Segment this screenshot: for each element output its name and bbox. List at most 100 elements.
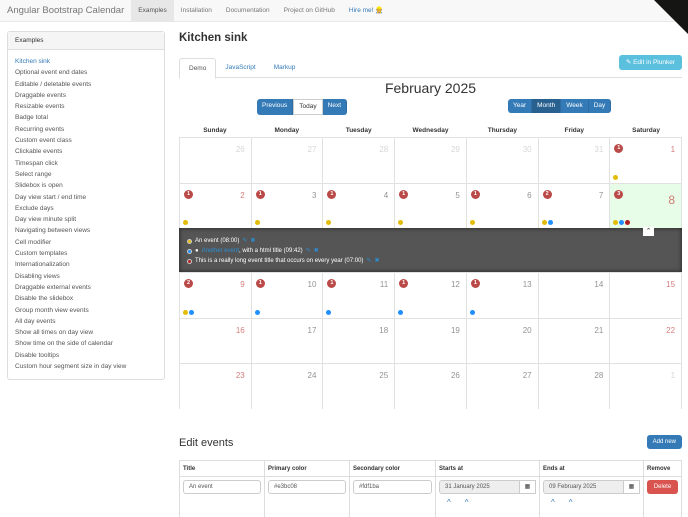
ends-at-input[interactable]: 09 February 2025 <box>543 480 624 494</box>
next-button[interactable]: Next <box>322 99 348 115</box>
time-up-chevrons-icon[interactable]: ^^ <box>447 498 536 507</box>
sidebar-item[interactable]: Draggable events <box>15 90 157 101</box>
event-dot[interactable] <box>398 220 404 225</box>
day-cell[interactable]: 31 <box>250 183 323 228</box>
sidebar-item[interactable]: Day view start / end time <box>15 192 157 203</box>
sidebar-item[interactable]: All day events <box>15 316 157 327</box>
delete-event-icon[interactable]: ✖ <box>374 256 379 266</box>
sidebar-item[interactable]: Exclude days <box>15 203 157 214</box>
sidebar-item[interactable]: Editable / deletable events <box>15 79 157 90</box>
day-cell[interactable]: 26 <box>394 364 466 409</box>
tab-demo[interactable]: Demo <box>179 58 217 79</box>
day-cell[interactable]: 15 <box>609 273 683 318</box>
day-cell[interactable]: 61 <box>465 183 538 228</box>
day-cell[interactable]: 51 <box>394 183 466 228</box>
calendar-icon[interactable]: ▦ <box>520 480 536 494</box>
event-dot[interactable] <box>625 220 631 225</box>
day-cell[interactable]: 17 <box>250 318 323 363</box>
sidebar-item[interactable]: Optional event end dates <box>15 67 157 78</box>
day-cell[interactable]: 20 <box>465 318 538 363</box>
delete-event-icon[interactable]: ✖ <box>314 246 319 256</box>
day-cell[interactable]: 19 <box>394 318 466 363</box>
sidebar-item[interactable]: Clickable events <box>15 146 157 157</box>
edit-event-icon[interactable]: ✎ <box>306 246 311 256</box>
title-input[interactable]: An event <box>183 480 261 494</box>
brand[interactable]: Angular Bootstrap Calendar <box>0 5 131 16</box>
sidebar-item[interactable]: Custom hour segment size in day view <box>15 361 157 372</box>
day-cell[interactable]: 25 <box>322 364 394 409</box>
sidebar-item[interactable]: Draggable external events <box>15 282 157 293</box>
today-button[interactable]: Today <box>293 99 323 115</box>
sidebar-item[interactable]: Internationalization <box>15 259 157 270</box>
event-dot[interactable] <box>326 220 332 225</box>
nav-installation[interactable]: Installation <box>174 0 219 22</box>
sidebar-item[interactable]: Show time on the side of calendar <box>15 338 157 349</box>
secondary-color-input[interactable]: #fdf1ba <box>353 480 432 494</box>
day-cell[interactable]: 27 <box>250 138 323 183</box>
delete-event-icon[interactable]: ✖ <box>250 236 255 246</box>
day-cell[interactable]: 13 1 <box>465 273 538 318</box>
event-dot[interactable] <box>398 309 404 315</box>
event-link[interactable]: Another event <box>202 248 239 254</box>
event-dot[interactable] <box>469 220 475 225</box>
sidebar-item[interactable]: Badge total <box>15 112 157 123</box>
primary-color-input[interactable]: #e3bc08 <box>268 480 346 494</box>
delete-button[interactable]: Delete <box>647 480 678 494</box>
add-new-button[interactable]: Add new <box>646 435 682 449</box>
event-dot[interactable] <box>613 174 619 180</box>
event-title[interactable]: An event (08:00) <box>195 236 239 246</box>
sidebar-item[interactable]: Timespan click <box>15 158 157 169</box>
event-dot[interactable] <box>326 309 332 315</box>
day-cell[interactable]: 11 1 <box>322 273 394 318</box>
sidebar-item[interactable]: Slidebox is open <box>15 180 157 191</box>
day-cell[interactable]: 28 <box>537 364 610 409</box>
sidebar-item[interactable]: Group month view events <box>15 305 157 316</box>
sidebar-item[interactable]: Resizable events <box>15 101 157 112</box>
sidebar-item[interactable]: Custom templates <box>15 248 157 259</box>
sidebar-item[interactable]: Navigating between views <box>15 225 157 236</box>
tab-markup[interactable]: Markup <box>265 58 305 77</box>
event-dot[interactable] <box>183 220 188 225</box>
event-dot[interactable] <box>469 309 475 315</box>
view-week-button[interactable]: Week <box>561 99 589 113</box>
tab-javascript[interactable]: JavaScript <box>216 58 264 77</box>
sidebar-item[interactable]: Cell modifier <box>15 237 157 248</box>
day-cell[interactable]: 1 <box>609 364 683 409</box>
event-dot[interactable] <box>254 220 260 225</box>
sidebar-item[interactable]: Day view minute split <box>15 214 157 225</box>
starts-at-input[interactable]: 31 January 2025 <box>439 480 520 494</box>
event-dot[interactable] <box>254 309 260 315</box>
nav-documentation[interactable]: Documentation <box>219 0 277 22</box>
day-cell[interactable]: 16 <box>179 318 251 363</box>
day-cell[interactable]: 18 <box>322 318 394 363</box>
day-cell[interactable]: 92 <box>179 273 251 318</box>
day-cell[interactable]: 24 <box>250 364 323 409</box>
sidebar-item[interactable]: Show all times on day view <box>15 327 157 338</box>
day-cell[interactable]: 14 <box>537 273 610 318</box>
day-cell[interactable]: 21 <box>179 183 251 228</box>
sidebar-item[interactable]: Recurring events <box>15 124 157 135</box>
day-cell[interactable]: 21 <box>537 318 610 363</box>
event-title[interactable]: This is a really long event title that o… <box>195 256 363 266</box>
event-dot[interactable] <box>619 220 625 225</box>
calendar-icon[interactable]: ▦ <box>624 480 640 494</box>
day-cell[interactable]: 31 <box>537 138 610 183</box>
nav-github[interactable]: Project on GitHub <box>277 0 342 22</box>
day-cell[interactable]: 72 <box>537 183 610 228</box>
previous-button[interactable]: Previous <box>257 99 294 115</box>
day-cell[interactable]: 10 1 <box>250 273 323 318</box>
sidebar-item[interactable]: Select range <box>15 169 157 180</box>
day-cell[interactable]: 11 <box>609 138 683 183</box>
edit-event-icon[interactable]: ✎ <box>242 236 247 246</box>
sidebar-item[interactable]: Custom event class <box>15 135 157 146</box>
event-dot[interactable] <box>613 220 619 225</box>
event-dot[interactable] <box>547 220 553 225</box>
day-cell[interactable]: 83 <box>609 183 683 228</box>
sidebar-item[interactable]: Kitchen sink <box>15 56 157 67</box>
day-cell[interactable]: 27 <box>465 364 538 409</box>
edit-in-plunker-button[interactable]: ✎ Edit in Plunker <box>618 55 682 70</box>
day-cell[interactable]: 28 <box>322 138 394 183</box>
time-up-chevrons-icon[interactable]: ^^ <box>551 498 640 507</box>
event-dot[interactable] <box>189 309 194 315</box>
view-year-button[interactable]: Year <box>508 99 533 113</box>
